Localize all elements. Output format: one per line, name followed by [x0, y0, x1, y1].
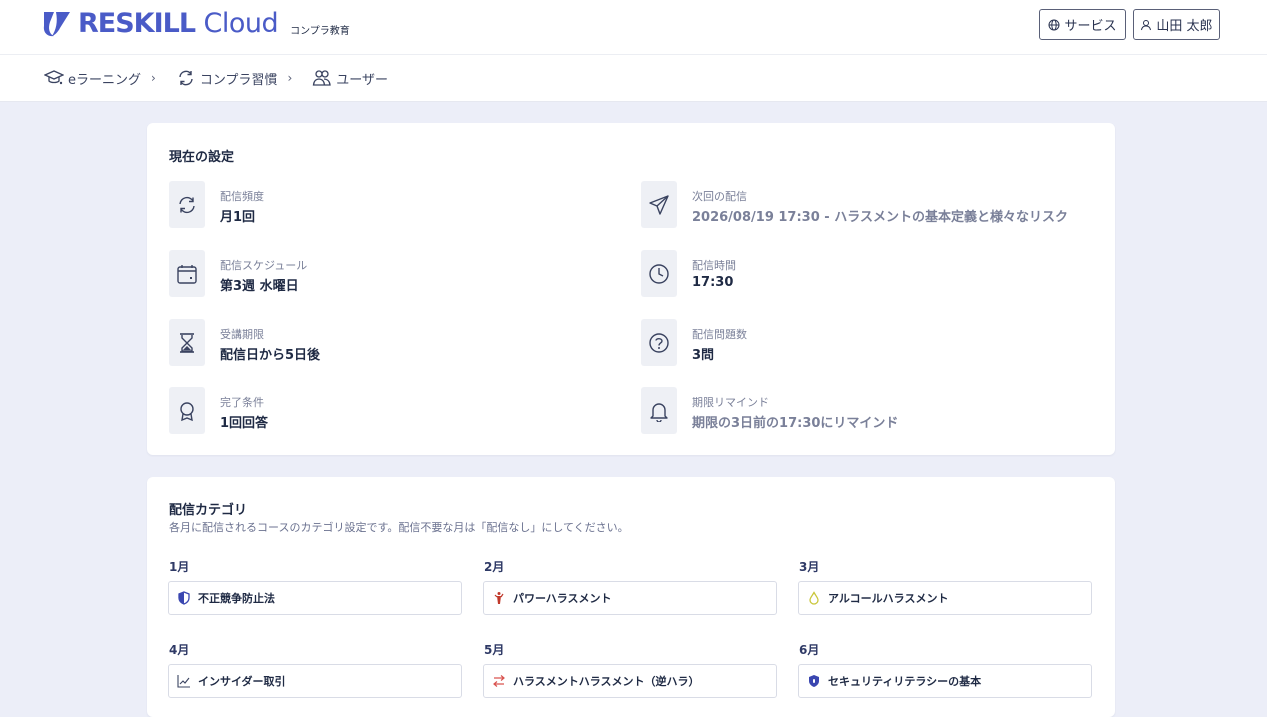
month-label: 3月 — [799, 560, 820, 574]
setting-completion: 完了条件 1回回答 — [169, 387, 609, 435]
category-select-feb[interactable]: パワーハラスメント — [483, 581, 777, 615]
calendar-icon — [177, 264, 197, 284]
clock-icon — [649, 263, 669, 284]
month-label: 5月 — [484, 643, 505, 657]
drop-icon — [809, 591, 819, 605]
refresh-icon — [179, 70, 193, 86]
setting-next-delivery: 次回の配信 2026/08/19 17:30 - ハラスメントの基本定義と様々な… — [641, 181, 1101, 229]
main-nav: eラーニング › コンプラ習慣 › ユーザー — [0, 55, 1267, 102]
logo-subtitle: コンプラ教育 — [290, 26, 350, 37]
setting-label: 配信時間 — [692, 259, 736, 272]
question-icon — [649, 332, 669, 353]
users-icon — [313, 70, 331, 86]
setting-value: 期限の3日前の17:30にリマインド — [692, 416, 899, 431]
setting-label: 期限リマインド — [692, 396, 769, 409]
user-name: 山田 太郎 — [1156, 19, 1213, 34]
hourglass-icon — [180, 332, 194, 353]
refresh-icon — [179, 196, 195, 213]
person-alert-icon — [494, 592, 504, 604]
setting-frequency: 配信頻度 月1回 — [169, 181, 609, 229]
setting-value: 月1回 — [220, 210, 256, 225]
setting-value: 第3週 水曜日 — [220, 279, 299, 294]
graduation-cap-icon — [44, 70, 64, 85]
month-label: 6月 — [799, 643, 820, 657]
month-label: 4月 — [169, 643, 190, 657]
delivery-categories-card: 配信カテゴリ 各月に配信されるコースのカテゴリ設定です。配信不要な月は「配信なし… — [147, 477, 1115, 717]
award-icon — [180, 401, 194, 421]
globe-icon — [1048, 19, 1060, 30]
bell-icon — [650, 402, 668, 422]
setting-schedule: 配信スケジュール 第3週 水曜日 — [169, 250, 609, 298]
setting-value: 3問 — [692, 348, 715, 363]
nav-label: ユーザー — [336, 72, 388, 88]
month-label: 2月 — [484, 560, 505, 574]
setting-label: 配信スケジュール — [220, 259, 308, 272]
service-button[interactable]: サービス — [1039, 9, 1126, 40]
logo[interactable]: RESKILL Cloud コンプラ教育 — [40, 8, 350, 40]
month-label: 1月 — [169, 560, 190, 574]
category-label: セキュリティリテラシーの基本 — [828, 675, 982, 688]
card-description: 各月に配信されるコースのカテゴリ設定です。配信不要な月は「配信なし」にしてくださ… — [169, 521, 629, 534]
logo-mark-icon — [43, 12, 70, 37]
setting-value: 2026/08/19 17:30 - ハラスメントの基本定義と様々なリスク — [692, 210, 1068, 225]
category-select-jan[interactable]: 不正競争防止法 — [168, 581, 462, 615]
card-title: 配信カテゴリ — [169, 503, 248, 518]
shield-check-icon — [809, 675, 819, 687]
service-button-label: サービス — [1064, 19, 1117, 34]
send-icon — [649, 194, 669, 215]
logo-text: RESKILL Cloud — [78, 8, 279, 39]
category-label: 不正競争防止法 — [198, 592, 275, 605]
trend-chart-icon — [177, 675, 190, 688]
category-label: ハラスメントハラスメント（逆ハラ） — [513, 675, 700, 688]
setting-label: 配信問題数 — [692, 328, 747, 341]
setting-value: 17:30 — [692, 275, 734, 290]
current-settings-card: 現在の設定 配信頻度 月1回 配信スケジュール 第3週 水曜日 受講期限 配信日… — [147, 123, 1115, 455]
setting-reminder: 期限リマインド 期限の3日前の17:30にリマインド — [641, 387, 1081, 435]
category-select-apr[interactable]: インサイダー取引 — [168, 664, 462, 698]
nav-item-compliance-habit[interactable]: コンプラ習慣 › — [176, 68, 292, 88]
nav-item-users[interactable]: ユーザー — [312, 68, 388, 88]
nav-label: eラーニング — [68, 72, 141, 88]
setting-value: 配信日から5日後 — [220, 348, 321, 363]
setting-question-count: 配信問題数 3問 — [641, 319, 1081, 367]
chevron-right-icon: › — [287, 71, 293, 85]
setting-delivery-time: 配信時間 17:30 — [641, 250, 1081, 298]
setting-label: 完了条件 — [220, 396, 264, 409]
header: RESKILL Cloud コンプラ教育 サービス 山田 太郎 — [0, 0, 1267, 55]
shield-icon — [178, 591, 190, 605]
category-select-may[interactable]: ハラスメントハラスメント（逆ハラ） — [483, 664, 777, 698]
category-select-jun[interactable]: セキュリティリテラシーの基本 — [798, 664, 1092, 698]
user-menu-button[interactable]: 山田 太郎 — [1133, 9, 1220, 40]
setting-value: 1回回答 — [220, 416, 269, 431]
setting-deadline: 受講期限 配信日から5日後 — [169, 319, 609, 367]
category-label: インサイダー取引 — [198, 675, 286, 688]
nav-label: コンプラ習慣 — [199, 72, 278, 88]
category-label: パワーハラスメント — [513, 592, 612, 605]
setting-label: 次回の配信 — [692, 190, 747, 203]
nav-item-elearning[interactable]: eラーニング › — [44, 68, 156, 88]
category-select-mar[interactable]: アルコールハラスメント — [798, 581, 1092, 615]
swap-arrows-icon — [493, 675, 505, 687]
setting-label: 受講期限 — [220, 328, 264, 341]
user-icon — [1141, 19, 1152, 30]
setting-label: 配信頻度 — [220, 190, 264, 203]
card-title: 現在の設定 — [169, 150, 235, 165]
category-label: アルコールハラスメント — [828, 592, 949, 605]
chevron-right-icon: › — [151, 71, 156, 85]
